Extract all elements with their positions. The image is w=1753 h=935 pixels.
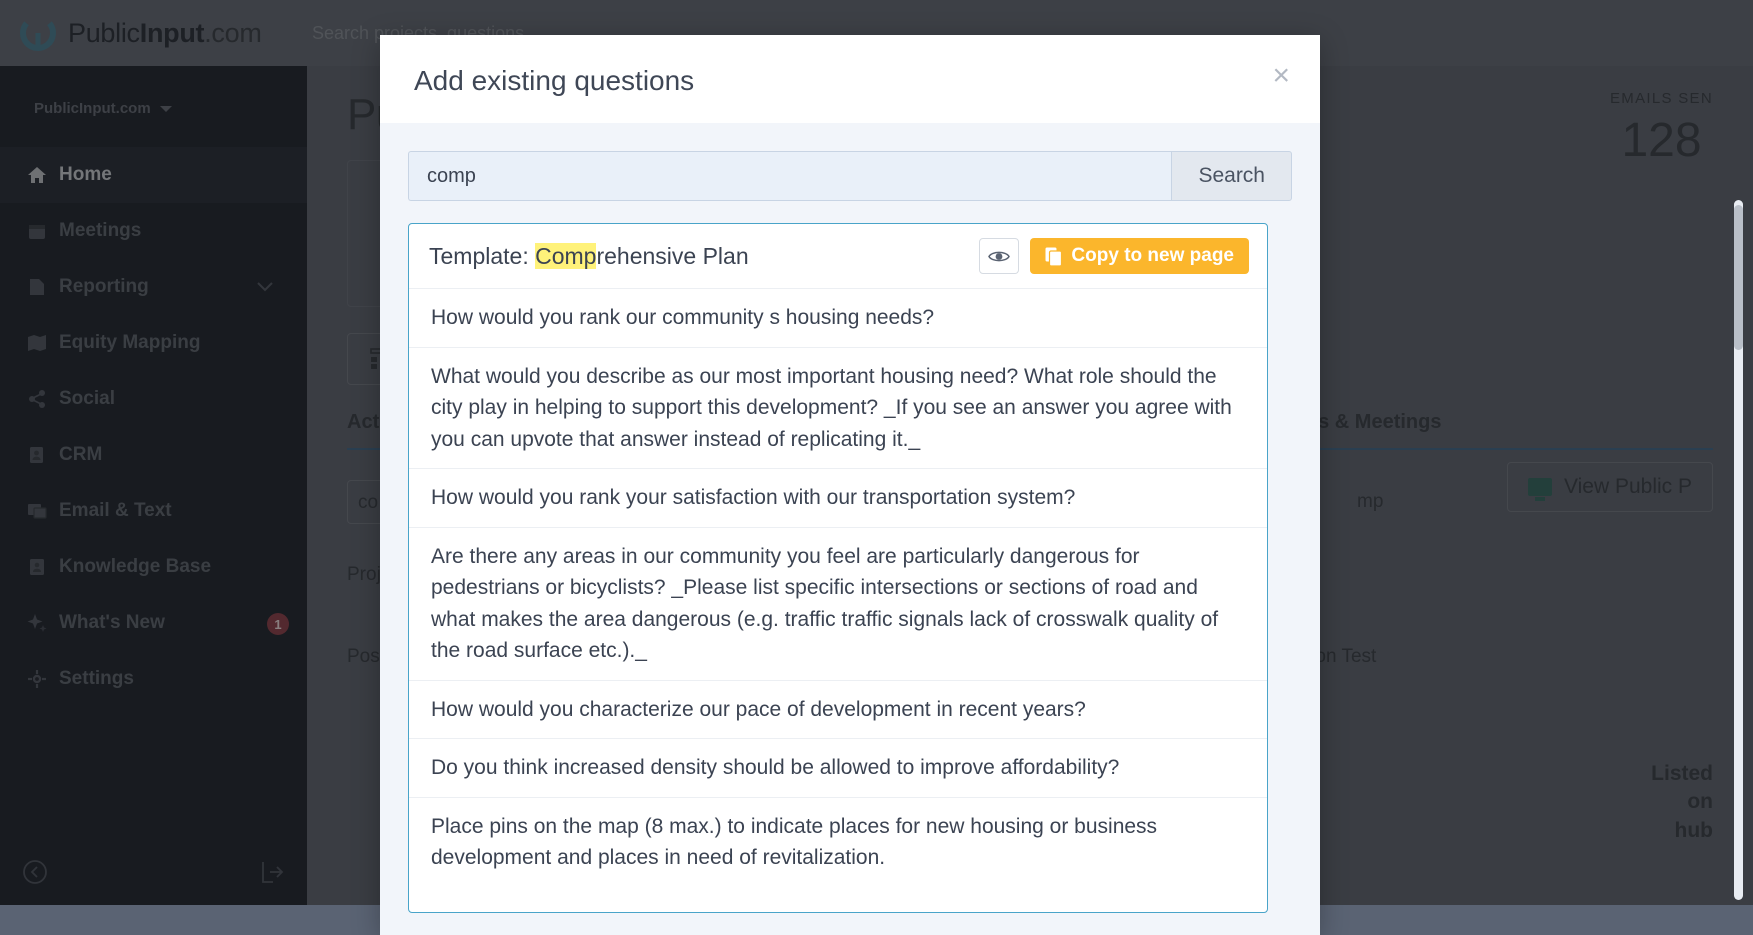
close-icon[interactable]: ×	[1272, 61, 1290, 91]
modal-body: Search Template: Comprehensive Plan	[380, 123, 1320, 935]
question-row[interactable]: What would you describe as our most impo…	[409, 348, 1267, 470]
share-icon	[15, 390, 59, 408]
copy-icon	[1045, 247, 1062, 266]
sidebar-item-email-text[interactable]: Email & Text	[0, 483, 307, 539]
stat-label-emails-sent: EMAILS SEN	[1610, 90, 1713, 107]
collapse-left-icon[interactable]	[22, 859, 48, 891]
brand-bold: Input	[140, 18, 204, 48]
sidebar-item-whats-new[interactable]: What's New 1	[0, 595, 307, 651]
modal-header: Add existing questions ×	[380, 35, 1320, 123]
sidebar-label-equity-mapping: Equity Mapping	[59, 332, 200, 354]
report-icon	[15, 278, 59, 296]
contacts-icon	[15, 446, 59, 464]
modal-title: Add existing questions	[414, 65, 1286, 97]
template-title-highlight: Comp	[535, 243, 596, 269]
search-input[interactable]	[408, 151, 1171, 201]
gear-icon	[15, 670, 59, 689]
sidebar-item-settings[interactable]: Settings	[0, 651, 307, 707]
sidebar-item-reporting[interactable]: Reporting	[0, 259, 307, 315]
tab-events-meetings[interactable]: nts & Meetings	[1299, 411, 1441, 448]
template-header-actions: Copy to new page	[979, 238, 1249, 274]
org-switcher[interactable]: PublicInput.com	[0, 66, 307, 147]
sidebar-item-social[interactable]: Social	[0, 371, 307, 427]
book-icon	[15, 558, 59, 576]
sidebar-label-whats-new: What's New	[59, 612, 165, 634]
map-icon	[15, 334, 59, 352]
chevron-down-icon	[160, 106, 172, 112]
sidebar: PublicInput.com Home Meetings Reporting	[0, 66, 307, 905]
question-list: How would you rank our community s housi…	[409, 289, 1267, 887]
copy-to-new-page-button[interactable]: Copy to new page	[1030, 238, 1249, 274]
sidebar-label-crm: CRM	[59, 444, 102, 466]
question-row[interactable]: How would you characterize our pace of d…	[409, 681, 1267, 740]
modal-scrollbar-thumb[interactable]	[1734, 205, 1743, 350]
home-icon	[15, 166, 59, 184]
sidebar-label-meetings: Meetings	[59, 220, 141, 242]
sidebar-label-knowledge-base: Knowledge Base	[59, 556, 211, 578]
search-row: Search	[408, 151, 1292, 201]
sidebar-item-meetings[interactable]: Meetings	[0, 203, 307, 259]
sidebar-label-reporting: Reporting	[59, 276, 149, 298]
chevron-down-icon	[257, 279, 273, 296]
sidebar-label-settings: Settings	[59, 668, 134, 690]
question-row[interactable]: How would you rank our community s housi…	[409, 289, 1267, 348]
add-existing-questions-modal: Add existing questions × Search Template…	[380, 35, 1320, 935]
eye-icon	[988, 249, 1010, 264]
question-row[interactable]: How would you rank your satisfaction wit…	[409, 469, 1267, 528]
search-button[interactable]: Search	[1171, 151, 1292, 201]
background-pos-text: Pos	[347, 646, 380, 667]
whats-new-badge: 1	[267, 613, 289, 635]
brand-logo-group[interactable]: PublicInput.com	[0, 13, 288, 53]
sparkle-icon	[15, 613, 59, 633]
sidebar-item-home[interactable]: Home	[0, 147, 307, 203]
logout-icon[interactable]	[259, 859, 285, 891]
tab-activity[interactable]: Act	[347, 411, 379, 448]
template-result-card: Template: Comprehensive Plan Copy	[408, 223, 1268, 913]
template-title-suffix: rehensive Plan	[596, 243, 748, 269]
copy-to-new-page-label: Copy to new page	[1071, 245, 1234, 267]
background-chip-text: co	[348, 492, 378, 513]
question-row[interactable]: Are there any areas in our community you…	[409, 528, 1267, 681]
template-title: Template: Comprehensive Plan	[429, 243, 749, 270]
sidebar-label-social: Social	[59, 388, 115, 410]
view-public-label: View Public P	[1564, 475, 1692, 499]
brand-prefix: Public	[68, 18, 140, 48]
brand-text: PublicInput.com	[68, 18, 262, 49]
sidebar-item-crm[interactable]: CRM	[0, 427, 307, 483]
sidebar-item-knowledge-base[interactable]: Knowledge Base	[0, 539, 307, 595]
question-row[interactable]: Place pins on the map (8 max.) to indica…	[409, 798, 1267, 887]
sidebar-label-home: Home	[59, 164, 112, 186]
calendar-icon	[15, 222, 59, 240]
preview-button[interactable]	[979, 238, 1019, 274]
template-result-header: Template: Comprehensive Plan Copy	[409, 224, 1267, 289]
brand-suffix: .com	[204, 18, 261, 48]
template-title-prefix: Template:	[429, 243, 535, 269]
background-proj-text: Proj	[347, 564, 381, 585]
listed-on-hub-label: Listed on hub	[1651, 760, 1713, 845]
stat-value-emails-sent: 128	[1610, 113, 1713, 168]
stats-right-column: EMAILS SEN 128	[1610, 90, 1713, 168]
publicinput-logo-icon	[18, 13, 58, 53]
org-name: PublicInput.com	[34, 100, 151, 117]
sidebar-label-email-text: Email & Text	[59, 500, 172, 522]
view-public-page-button[interactable]: View Public P	[1507, 462, 1713, 512]
monitor-icon	[1528, 478, 1552, 496]
mail-icon	[15, 503, 59, 519]
question-row[interactable]: Do you think increased density should be…	[409, 739, 1267, 798]
background-search-text: mp	[1357, 491, 1383, 513]
sidebar-footer	[0, 859, 307, 891]
sidebar-item-equity-mapping[interactable]: Equity Mapping	[0, 315, 307, 371]
